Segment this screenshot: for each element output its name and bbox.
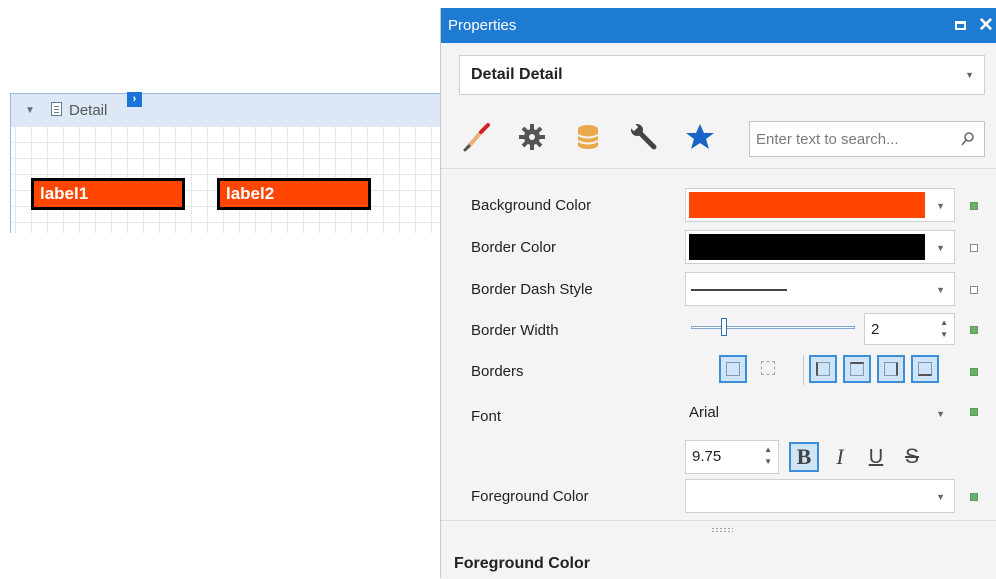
detail-band-body[interactable]: label1 label2: [10, 126, 441, 233]
border-color-label: Border Color: [471, 239, 557, 256]
tab-layout[interactable]: [625, 113, 663, 159]
report-designer-surface: ▼ Detail › label1 label2: [0, 0, 441, 578]
border-bottom-icon: [918, 362, 932, 376]
chevron-down-icon[interactable]: ▼: [936, 201, 945, 211]
label2-control[interactable]: label2: [217, 178, 371, 210]
search-icon[interactable]: [960, 131, 976, 147]
tab-data[interactable]: [569, 113, 607, 159]
panel-title: Properties: [448, 17, 517, 34]
tab-behavior[interactable]: [513, 113, 551, 159]
panel-title-bar: Properties ✕: [441, 8, 996, 43]
modified-marker: [970, 326, 978, 334]
border-right-button[interactable]: [877, 355, 905, 383]
border-left-icon: [816, 362, 830, 376]
modified-marker: [970, 202, 978, 210]
border-top-button[interactable]: [843, 355, 871, 383]
border-width-slider[interactable]: [691, 326, 855, 329]
italic-button[interactable]: I: [825, 442, 855, 472]
borders-label: Borders: [471, 363, 524, 380]
maximize-icon[interactable]: [955, 21, 966, 30]
border-left-button[interactable]: [809, 355, 837, 383]
foreground-color-label: Foreground Color: [471, 488, 589, 505]
close-icon[interactable]: ✕: [978, 14, 994, 37]
background-color-label: Background Color: [471, 197, 592, 214]
chevron-down-icon[interactable]: ▼: [965, 70, 974, 80]
spin-arrows-icon[interactable]: ▲ ▼: [764, 444, 772, 468]
chevron-down-icon[interactable]: ▼: [936, 285, 945, 295]
search-input[interactable]: Enter text to search...: [749, 121, 985, 157]
chevron-down-icon[interactable]: ▼: [936, 492, 945, 502]
splitter-grip-icon[interactable]: [711, 527, 733, 533]
label1-control[interactable]: label1: [31, 178, 185, 210]
divider: [803, 355, 804, 385]
wrench-icon: [629, 122, 657, 150]
background-color-swatch: [689, 192, 925, 218]
chevron-down-icon[interactable]: ▼: [936, 409, 945, 419]
foreground-color-editor[interactable]: ▼: [685, 479, 955, 513]
divider: [441, 168, 996, 169]
font-size-spinner[interactable]: 9.75 ▲ ▼: [685, 440, 779, 474]
selected-component: Detail Detail: [471, 66, 563, 83]
search-placeholder: Enter text to search...: [756, 131, 899, 148]
border-top-icon: [850, 362, 864, 376]
detail-band-header[interactable]: ▼ Detail ›: [10, 92, 441, 127]
description-title: Foreground Color: [454, 555, 590, 572]
border-color-swatch: [689, 234, 925, 260]
database-icon: [577, 125, 599, 149]
border-right-icon: [884, 362, 898, 376]
border-width-slider-thumb[interactable]: [720, 318, 727, 336]
component-selector[interactable]: Detail Detail ▼: [459, 55, 985, 95]
background-color-editor[interactable]: ▼: [685, 188, 955, 222]
band-document-icon: [51, 102, 62, 116]
brush-icon: [463, 123, 490, 152]
tab-favorites[interactable]: [681, 113, 719, 159]
strikeout-button[interactable]: S: [897, 442, 927, 472]
border-all-icon: [726, 362, 740, 376]
modified-marker: [970, 368, 978, 376]
band-title: Detail: [69, 102, 108, 119]
collapse-arrow-icon[interactable]: ▼: [25, 105, 35, 116]
star-icon: [686, 124, 714, 149]
chevron-down-icon[interactable]: ▼: [936, 243, 945, 253]
smart-tag-icon[interactable]: ›: [127, 92, 142, 107]
font-size-value: 9.75: [692, 448, 722, 465]
border-bottom-button[interactable]: [911, 355, 939, 383]
description-area: Foreground Color: [441, 520, 996, 579]
bold-button[interactable]: B: [789, 442, 819, 472]
font-family-editor[interactable]: Arial ▼: [685, 396, 955, 430]
gear-icon: [519, 124, 545, 150]
default-marker: [970, 244, 978, 252]
properties-panel: Properties ✕ Detail Detail ▼ Enter text …: [440, 8, 996, 579]
solid-line-preview: [691, 289, 787, 291]
detail-band[interactable]: ▼ Detail › label1 label2: [10, 92, 441, 233]
default-marker: [970, 286, 978, 294]
font-family-value: Arial: [689, 404, 720, 421]
border-color-editor[interactable]: ▼: [685, 230, 955, 264]
border-dash-style-label: Border Dash Style: [471, 281, 593, 298]
tab-appearance[interactable]: [459, 113, 497, 159]
spin-arrows-icon[interactable]: ▲ ▼: [940, 317, 948, 341]
modified-marker: [970, 408, 978, 416]
border-width-label: Border Width: [471, 322, 559, 339]
font-label: Font: [471, 408, 502, 425]
border-width-spinner[interactable]: 2 ▲ ▼: [864, 313, 955, 345]
border-none-button[interactable]: [755, 355, 783, 383]
border-none-icon: [761, 361, 775, 375]
modified-marker: [970, 493, 978, 501]
underline-button[interactable]: U: [861, 442, 891, 472]
border-width-value: 2: [871, 321, 880, 338]
border-all-button[interactable]: [719, 355, 747, 383]
border-dash-style-editor[interactable]: ▼: [685, 272, 955, 306]
